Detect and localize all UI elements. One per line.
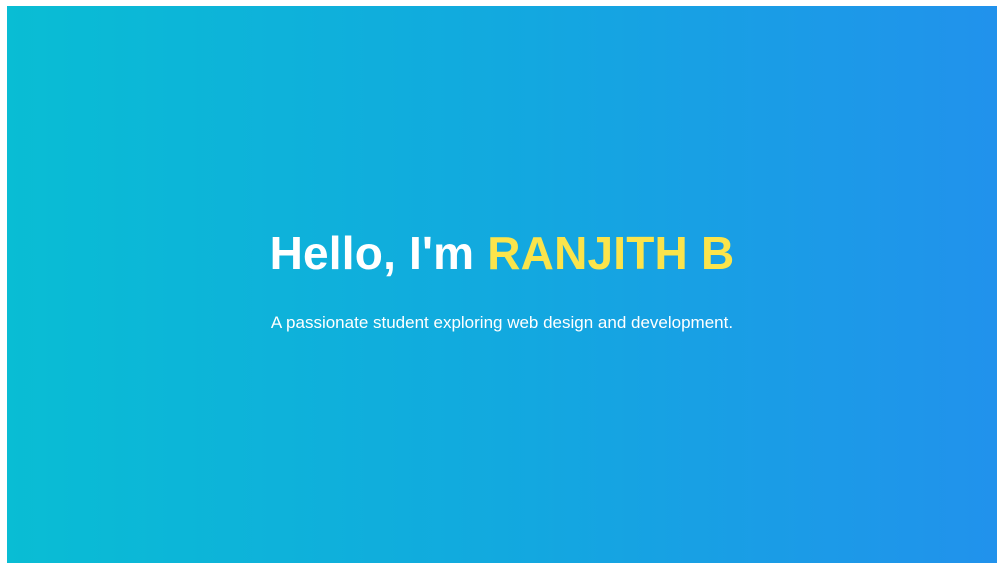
hero-subtitle: A passionate student exploring web desig…: [270, 313, 734, 332]
hero-section: Hello, I'm RANJITH B A passionate studen…: [7, 6, 997, 563]
hero-name: RANJITH B: [487, 227, 735, 279]
hero-title: Hello, I'm RANJITH B: [270, 225, 735, 281]
hero-content: Hello, I'm RANJITH B A passionate studen…: [7, 6, 997, 563]
hero-greeting: Hello, I'm: [269, 227, 488, 279]
